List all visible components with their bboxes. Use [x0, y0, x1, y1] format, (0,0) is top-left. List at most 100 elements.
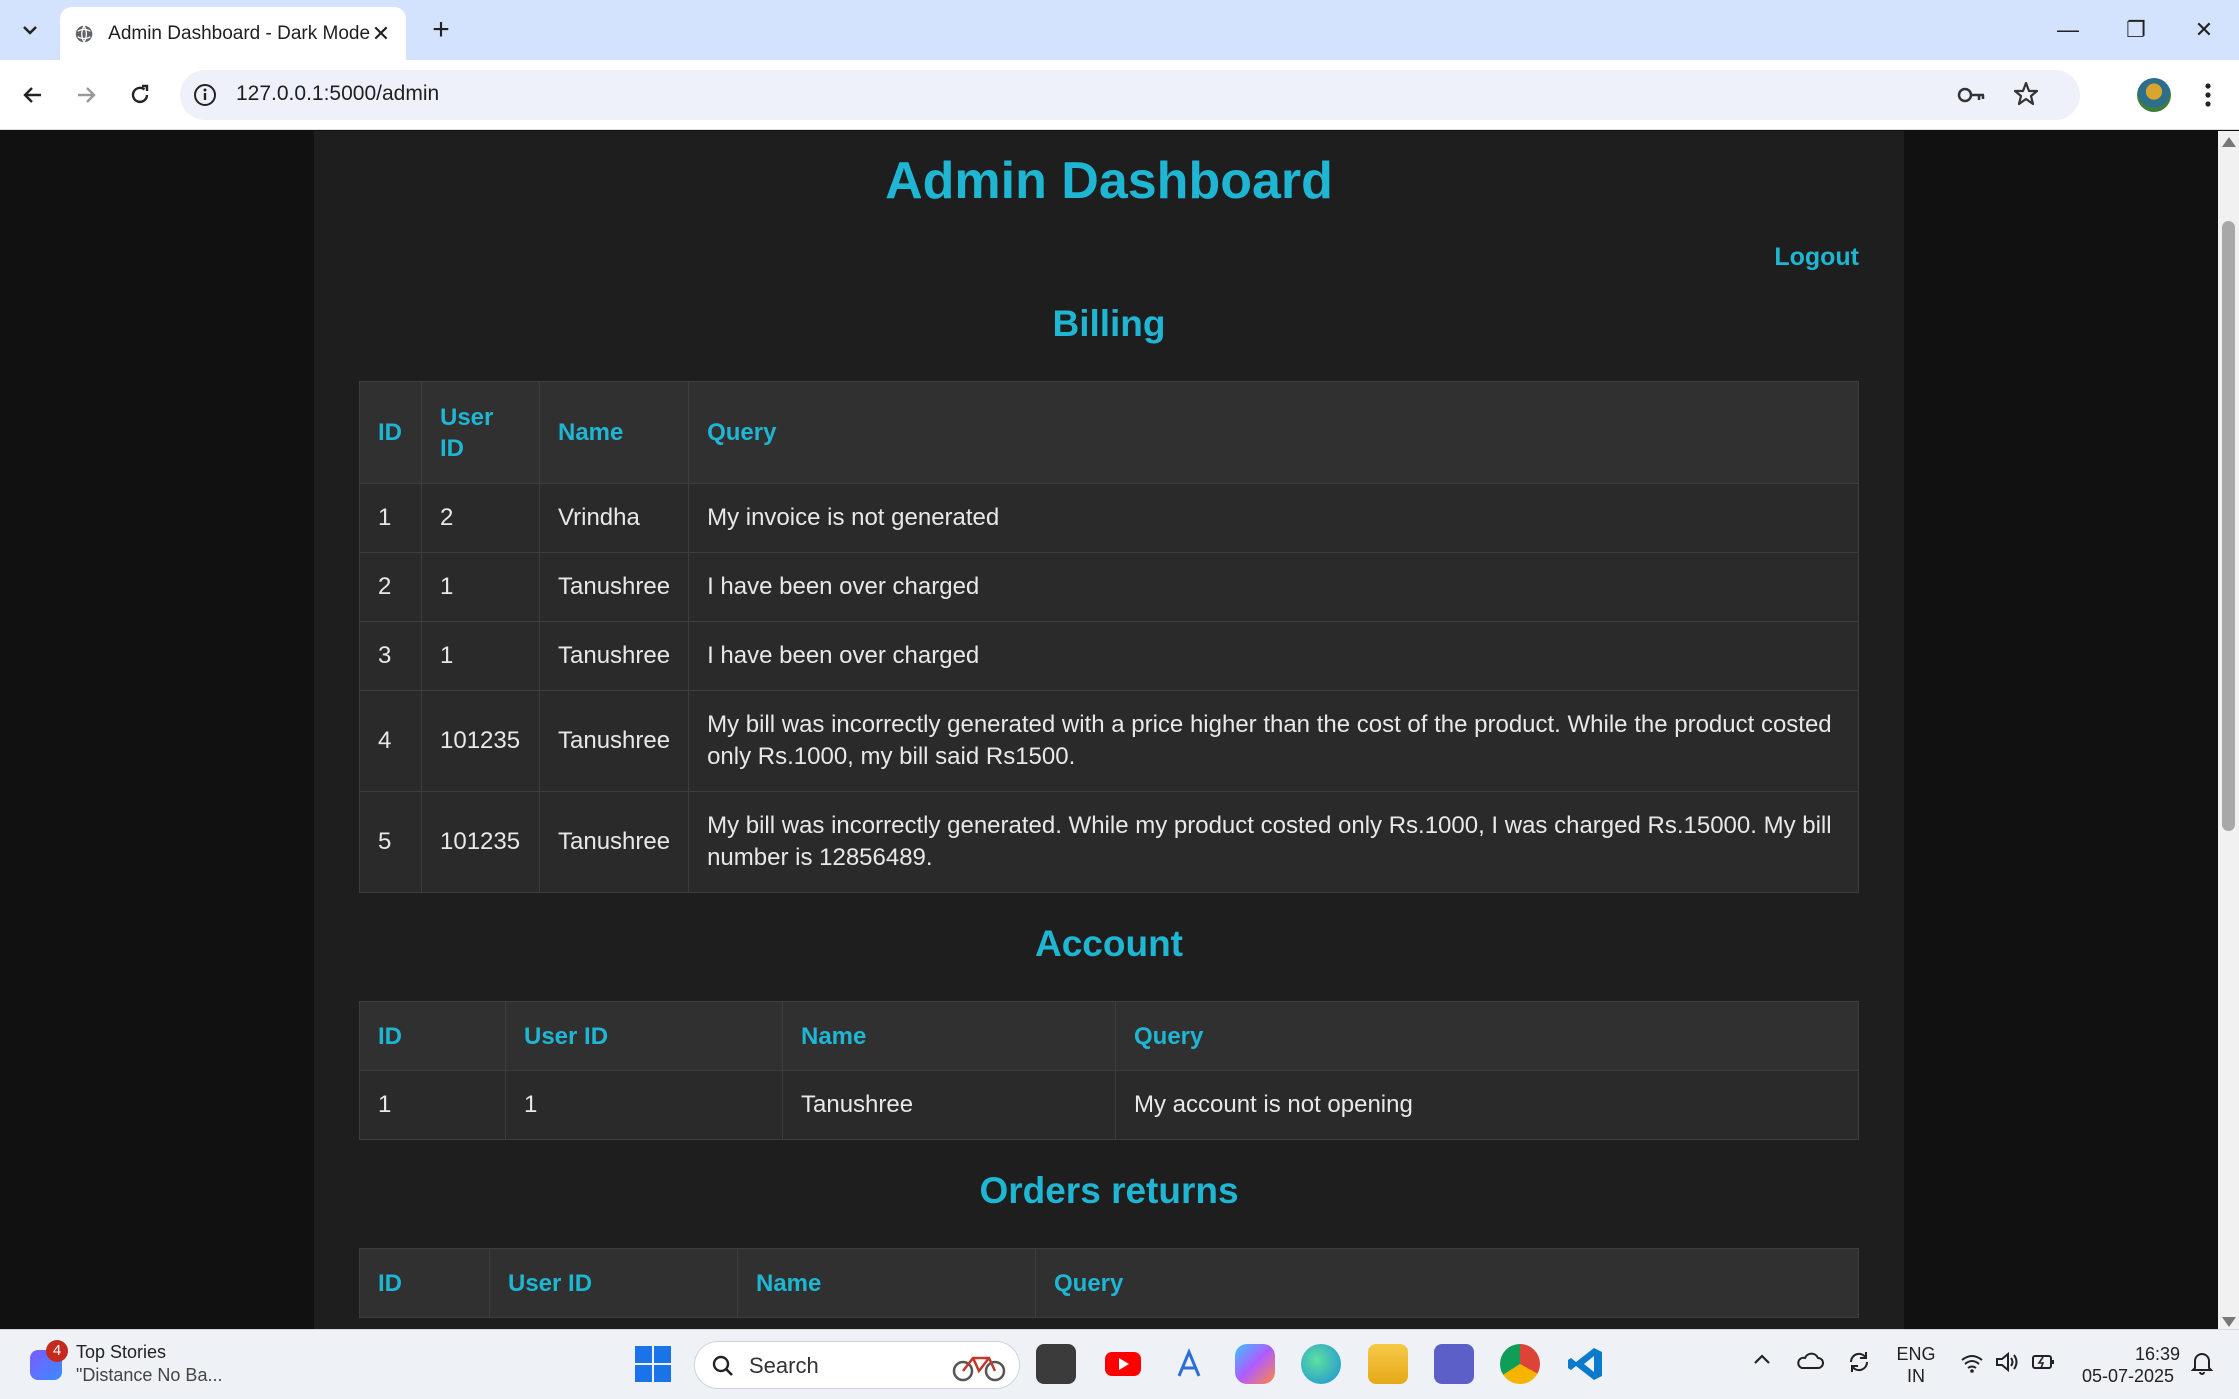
close-window-button[interactable]: ✕ [2170, 0, 2238, 60]
cell-user-id: 101235 [421, 791, 540, 893]
cell-name: Tanushree [782, 1070, 1116, 1140]
column-header-query: Query [688, 381, 1859, 484]
file-explorer-icon[interactable] [1368, 1344, 1408, 1384]
search-label: Search [749, 1353, 819, 1378]
edge-icon[interactable] [1301, 1344, 1341, 1384]
language-indicator[interactable]: ENG IN [1890, 1343, 1942, 1387]
reload-button[interactable] [119, 74, 161, 116]
column-header-id: ID [359, 1248, 490, 1318]
battery-icon[interactable] [2030, 1350, 2056, 1379]
taskbar-search[interactable]: Search [694, 1341, 1020, 1389]
bookmark-star-icon[interactable] [2012, 80, 2040, 108]
youtube-icon[interactable] [1103, 1344, 1143, 1384]
cell-id: 5 [359, 791, 422, 893]
column-header-name: Name [737, 1248, 1036, 1318]
page-scrollbar[interactable] [2218, 131, 2239, 1329]
column-header-query: Query [1115, 1001, 1859, 1071]
minimize-button[interactable]: — [2034, 0, 2102, 60]
site-info-icon[interactable] [192, 82, 218, 108]
scrollbar-thumb[interactable] [2222, 221, 2235, 831]
browser-tab-strip: Admin Dashboard - Dark Mode ✕ + — ❐ ✕ [0, 0, 2239, 60]
cell-query: I have been over charged [688, 552, 1859, 622]
cell-query: I have been over charged [688, 621, 1859, 691]
browser-menu-button[interactable] [2196, 78, 2220, 112]
globe-icon [75, 24, 93, 43]
more-vert-icon [2205, 83, 2211, 107]
onedrive-icon[interactable] [1796, 1350, 1824, 1377]
forward-button[interactable] [65, 74, 107, 116]
back-button[interactable] [12, 74, 54, 116]
vscode-icon[interactable] [1566, 1344, 1606, 1384]
start-button[interactable] [634, 1345, 674, 1385]
table-row: 4 101235 Tanushree My bill was incorrect… [359, 690, 1859, 792]
tab-close-icon[interactable]: ✕ [370, 21, 392, 47]
address-bar[interactable]: 127.0.0.1:5000/admin [180, 70, 2080, 120]
url-text[interactable]: 127.0.0.1:5000/admin [236, 82, 439, 106]
column-header-user-id: User ID [489, 1248, 738, 1318]
volume-icon[interactable] [1994, 1350, 2020, 1379]
browser-toolbar: 127.0.0.1:5000/admin [0, 60, 2239, 130]
column-header-name: Name [782, 1001, 1116, 1071]
account-section-title: Account [1035, 923, 1183, 964]
clock[interactable]: 16:39 05-07-2025 [2076, 1343, 2180, 1387]
app-store-icon[interactable] [1169, 1344, 1209, 1384]
table-header-row: ID User ID Name Query [359, 1248, 1859, 1318]
cell-name: Vrindha [538, 483, 690, 553]
sync-icon[interactable] [1845, 1348, 1873, 1381]
orders-returns-section-title: Orders returns [979, 1170, 1239, 1211]
new-tab-button[interactable]: + [423, 12, 459, 48]
table-header-row: ID User ID Name Query [359, 381, 1859, 484]
table-row: 1 2 Vrindha My invoice is not generated [359, 483, 1859, 553]
reload-icon [131, 84, 149, 104]
password-key-icon[interactable] [1956, 82, 1986, 108]
search-icon [712, 1355, 733, 1376]
teams-icon[interactable] [1434, 1344, 1474, 1384]
table-row: 1 1 Tanushree My account is not opening [359, 1070, 1859, 1140]
table-row: 3 1 Tanushree I have been over charged [359, 621, 1859, 691]
a-letter-icon [1177, 1348, 1201, 1377]
cell-query: My invoice is not generated [688, 483, 1859, 553]
cell-id: 2 [359, 552, 422, 622]
cell-id: 4 [359, 690, 422, 792]
chrome-icon[interactable] [1500, 1344, 1540, 1384]
browser-tab-active[interactable]: Admin Dashboard - Dark Mode ✕ [60, 7, 406, 60]
profile-avatar[interactable] [2137, 78, 2171, 112]
copilot-icon[interactable] [1235, 1344, 1275, 1384]
billing-table: ID User ID Name Query 1 2 Vrindha My inv… [359, 381, 1859, 893]
cell-name: Tanushree [538, 690, 690, 792]
column-header-user-id-label: User ID [440, 403, 494, 462]
vscode-glyph-icon [1568, 1348, 1602, 1380]
table-row: 5 101235 Tanushree My bill was incorrect… [359, 791, 1859, 893]
cell-query: My bill was incorrectly generated. While… [688, 791, 1859, 893]
youtube-glyph-icon [1105, 1352, 1141, 1376]
tab-title: Admin Dashboard - Dark Mode [108, 22, 371, 44]
column-header-name: Name [538, 381, 690, 484]
chevron-down-icon [23, 26, 37, 35]
column-header-id: ID [359, 381, 422, 484]
news-subtitle: "Distance No Ba... [76, 1365, 223, 1385]
restore-button[interactable]: ❐ [2102, 0, 2170, 60]
table-row: 2 1 Tanushree I have been over charged [359, 552, 1859, 622]
notification-bell-icon[interactable] [2190, 1350, 2214, 1381]
windows-logo-icon [635, 1346, 671, 1382]
tab-search-button[interactable] [12, 12, 48, 48]
scroll-down-arrow-icon[interactable] [2222, 1317, 2236, 1327]
wifi-icon[interactable] [1960, 1352, 1984, 1379]
scroll-up-arrow-icon[interactable] [2222, 137, 2236, 147]
cell-user-id: 1 [421, 552, 540, 622]
cell-user-id: 1 [421, 621, 540, 691]
dashboard-container: Admin Dashboard Logout Billing ID User I… [314, 131, 1904, 1329]
language-line-1: ENG [1896, 1344, 1936, 1364]
news-widget[interactable]: 4 Top Stories "Distance No Ba... [26, 1338, 246, 1392]
task-view-icon[interactable] [1036, 1344, 1076, 1384]
cell-user-id: 1 [505, 1070, 783, 1140]
cell-name: Tanushree [538, 791, 690, 893]
cell-id: 3 [359, 621, 422, 691]
page-title: Admin Dashboard [885, 152, 1333, 210]
taskbar: 4 Top Stories "Distance No Ba... Search … [0, 1329, 2239, 1399]
tray-chevron-up-icon[interactable] [1752, 1352, 1772, 1371]
arrow-left-icon [23, 87, 41, 103]
column-header-user-id: User ID [421, 381, 540, 484]
column-header-user-id: User ID [505, 1001, 783, 1071]
logout-link[interactable]: Logout [1774, 243, 1859, 272]
